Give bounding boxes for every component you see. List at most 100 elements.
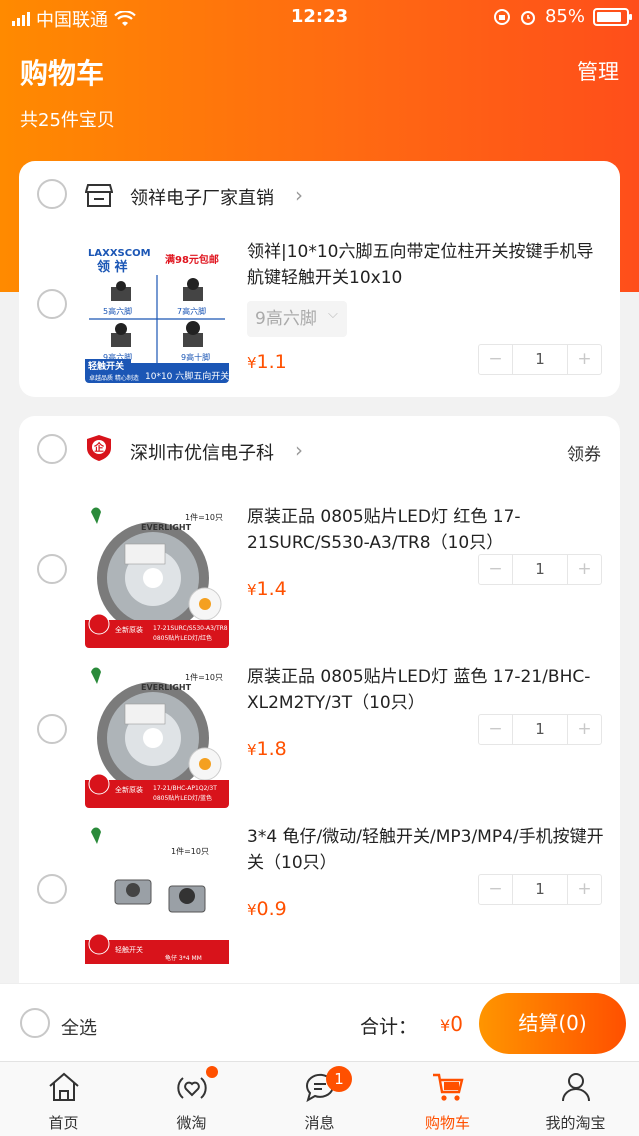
thumb-label: 龟仔 3*4 MM — [165, 954, 202, 962]
tab-cart[interactable]: 购物车 — [384, 1062, 511, 1136]
shop-header: 企 深圳市优信电子科 › 领券 — [19, 416, 620, 484]
currency: ¥ — [247, 901, 257, 919]
currency: ¥ — [440, 1016, 451, 1035]
increase-button[interactable]: + — [568, 345, 601, 374]
shop-logo-icon: 企 — [87, 435, 111, 461]
item-price: ¥0.9 — [247, 898, 287, 920]
thumb-label: 17-21SURC/S530-A3/TR8 — [153, 625, 228, 632]
weitao-icon — [177, 1077, 207, 1099]
shop-name[interactable]: 领祥电子厂家直销 — [130, 184, 274, 210]
quantity-stepper: − 1 + — [478, 714, 602, 745]
thumb-brand: EVERLIGHT — [141, 683, 192, 692]
chevron-right-icon[interactable]: › — [295, 438, 303, 462]
item-title[interactable]: 3*4 龟仔/微动/轻触开关/MP3/MP4/手机按键开关（10只） — [247, 824, 607, 876]
tab-label: 消息 — [304, 1114, 335, 1132]
item-price: ¥1.8 — [247, 738, 287, 760]
total-amount: ¥0 — [440, 1012, 463, 1036]
thumb-promo: 满98元包邮 — [165, 253, 219, 266]
item-title[interactable]: 原装正品 0805贴片LED灯 红色 17-21SURC/S530-A3/TR8… — [247, 504, 607, 556]
alarm-icon — [520, 10, 535, 25]
thumb-bottom: 10*10 六脚五向开关 — [145, 370, 229, 382]
price-value: 1.1 — [256, 351, 287, 373]
item-title[interactable]: 原装正品 0805贴片LED灯 蓝色 17-21/BHC-XL2M2TY/3T（… — [247, 664, 607, 716]
item-price: ¥1.1 — [247, 351, 287, 373]
item-checkbox[interactable] — [37, 554, 67, 584]
product-image[interactable]: 1件=10只 EVERLIGHT 全新原装 17-21/BHC-AP1Q2/3T… — [85, 664, 229, 808]
thumb-count: 1件=10只 — [171, 846, 209, 856]
cart-item: 1件=10只 轻触开关 龟仔 3*4 MM 3*4 龟仔/微动/轻触开关/MP3… — [19, 814, 620, 974]
thumb-cell: 5高六脚 — [103, 306, 132, 316]
tab-bar: 首页 微淘 1 消息 购物车 我的淘宝 — [0, 1061, 639, 1136]
tab-home[interactable]: 首页 — [0, 1062, 127, 1136]
checkout-bar: 全选 合计： ¥0 结算(0) — [0, 983, 639, 1061]
increase-button[interactable]: + — [568, 555, 601, 584]
status-bar: 中国联通 12:23 85% — [0, 0, 639, 36]
coupon-button[interactable]: 领券 — [567, 440, 601, 465]
product-image[interactable]: 1件=10只 轻触开关 龟仔 3*4 MM — [85, 824, 229, 968]
shop-name[interactable]: 深圳市优信电子科 — [130, 439, 274, 465]
shop-card: 企 深圳市优信电子科 › 领券 1件=10只 EVERLIGHT 全新原装 17… — [19, 416, 620, 1016]
quantity-stepper: − 1 + — [478, 554, 602, 585]
tab-my-taobao[interactable]: 我的淘宝 — [512, 1062, 639, 1136]
thumb-brand: LAXXSCOM — [88, 248, 151, 259]
message-badge: 1 — [326, 1066, 352, 1092]
store-icon — [85, 184, 113, 207]
svg-text:企: 企 — [93, 441, 105, 454]
battery-percent: 85% — [544, 6, 585, 27]
thumb-label: 全新原装 — [115, 625, 143, 634]
item-title[interactable]: 领祥|10*10六脚五向带定位柱开关按键手机导航键轻触开关10x10 — [247, 239, 607, 291]
shop-checkbox[interactable] — [37, 434, 67, 464]
increase-button[interactable]: + — [568, 715, 601, 744]
currency: ¥ — [247, 354, 257, 372]
increase-button[interactable]: + — [568, 875, 601, 904]
total-value: 0 — [450, 1012, 463, 1036]
thumb-label: 17-21/BHC-AP1Q2/3T — [153, 785, 217, 792]
item-checkbox[interactable] — [37, 289, 67, 319]
user-icon — [562, 1073, 590, 1102]
quantity-input[interactable]: 1 — [512, 875, 568, 904]
shop-header: 领祥电子厂家直销 › — [19, 161, 620, 229]
total-label: 合计： — [360, 1016, 418, 1038]
decrease-button[interactable]: − — [479, 555, 512, 584]
tab-weitao[interactable]: 微淘 — [128, 1062, 255, 1136]
tab-messages[interactable]: 1 消息 — [256, 1062, 383, 1136]
tab-label: 微淘 — [176, 1114, 207, 1132]
thumb-count: 1件=10只 — [185, 672, 223, 682]
thumb-brand: EVERLIGHT — [141, 523, 192, 532]
item-checkbox[interactable] — [37, 714, 67, 744]
select-all-label[interactable]: 全选 — [61, 1014, 97, 1040]
item-price: ¥1.4 — [247, 578, 287, 600]
quantity-input[interactable]: 1 — [512, 715, 568, 744]
checkout-button[interactable]: 结算(0) — [479, 993, 626, 1054]
select-all-checkbox[interactable] — [20, 1008, 50, 1038]
tab-label: 购物车 — [424, 1114, 470, 1132]
chevron-right-icon[interactable]: › — [295, 183, 303, 207]
price-value: 0.9 — [256, 898, 287, 920]
item-checkbox[interactable] — [37, 874, 67, 904]
product-image[interactable]: LAXXSCOM 领 祥 满98元包邮 5高六脚 7高六脚 9高六脚 9高十脚 … — [85, 239, 229, 383]
sku-selector[interactable]: 9高六脚 — [247, 297, 347, 337]
quantity-input[interactable]: 1 — [512, 345, 568, 374]
thumb-count: 1件=10只 — [185, 512, 223, 522]
tab-label: 首页 — [48, 1114, 79, 1132]
thumb-label: 0805贴片LED灯/蓝色 — [153, 794, 212, 802]
price-value: 1.4 — [256, 578, 287, 600]
thumb-slogan: 卓越品质 精心制造 — [89, 374, 139, 382]
thumb-cell: 9高十脚 — [181, 352, 210, 362]
price-value: 1.8 — [256, 738, 287, 760]
quantity-input[interactable]: 1 — [512, 555, 568, 584]
decrease-button[interactable]: − — [479, 345, 512, 374]
product-image[interactable]: 1件=10只 EVERLIGHT 全新原装 17-21SURC/S530-A3/… — [85, 504, 229, 648]
tab-label: 我的淘宝 — [545, 1114, 606, 1132]
shop-checkbox[interactable] — [37, 179, 67, 209]
thumb-label: 0805贴片LED灯/红色 — [153, 634, 212, 642]
currency: ¥ — [247, 741, 257, 759]
cart-item: 1件=10只 EVERLIGHT 全新原装 17-21/BHC-AP1Q2/3T… — [19, 654, 620, 814]
decrease-button[interactable]: − — [479, 715, 512, 744]
thumb-brand-cn: 领 祥 — [97, 259, 128, 275]
currency: ¥ — [247, 581, 257, 599]
shop-card: 领祥电子厂家直销 › LAXXSCOM 领 祥 满98元包邮 5高六脚 7高六脚… — [19, 161, 620, 397]
manage-button[interactable]: 管理 — [577, 56, 619, 86]
decrease-button[interactable]: − — [479, 875, 512, 904]
battery-icon — [593, 7, 632, 26]
